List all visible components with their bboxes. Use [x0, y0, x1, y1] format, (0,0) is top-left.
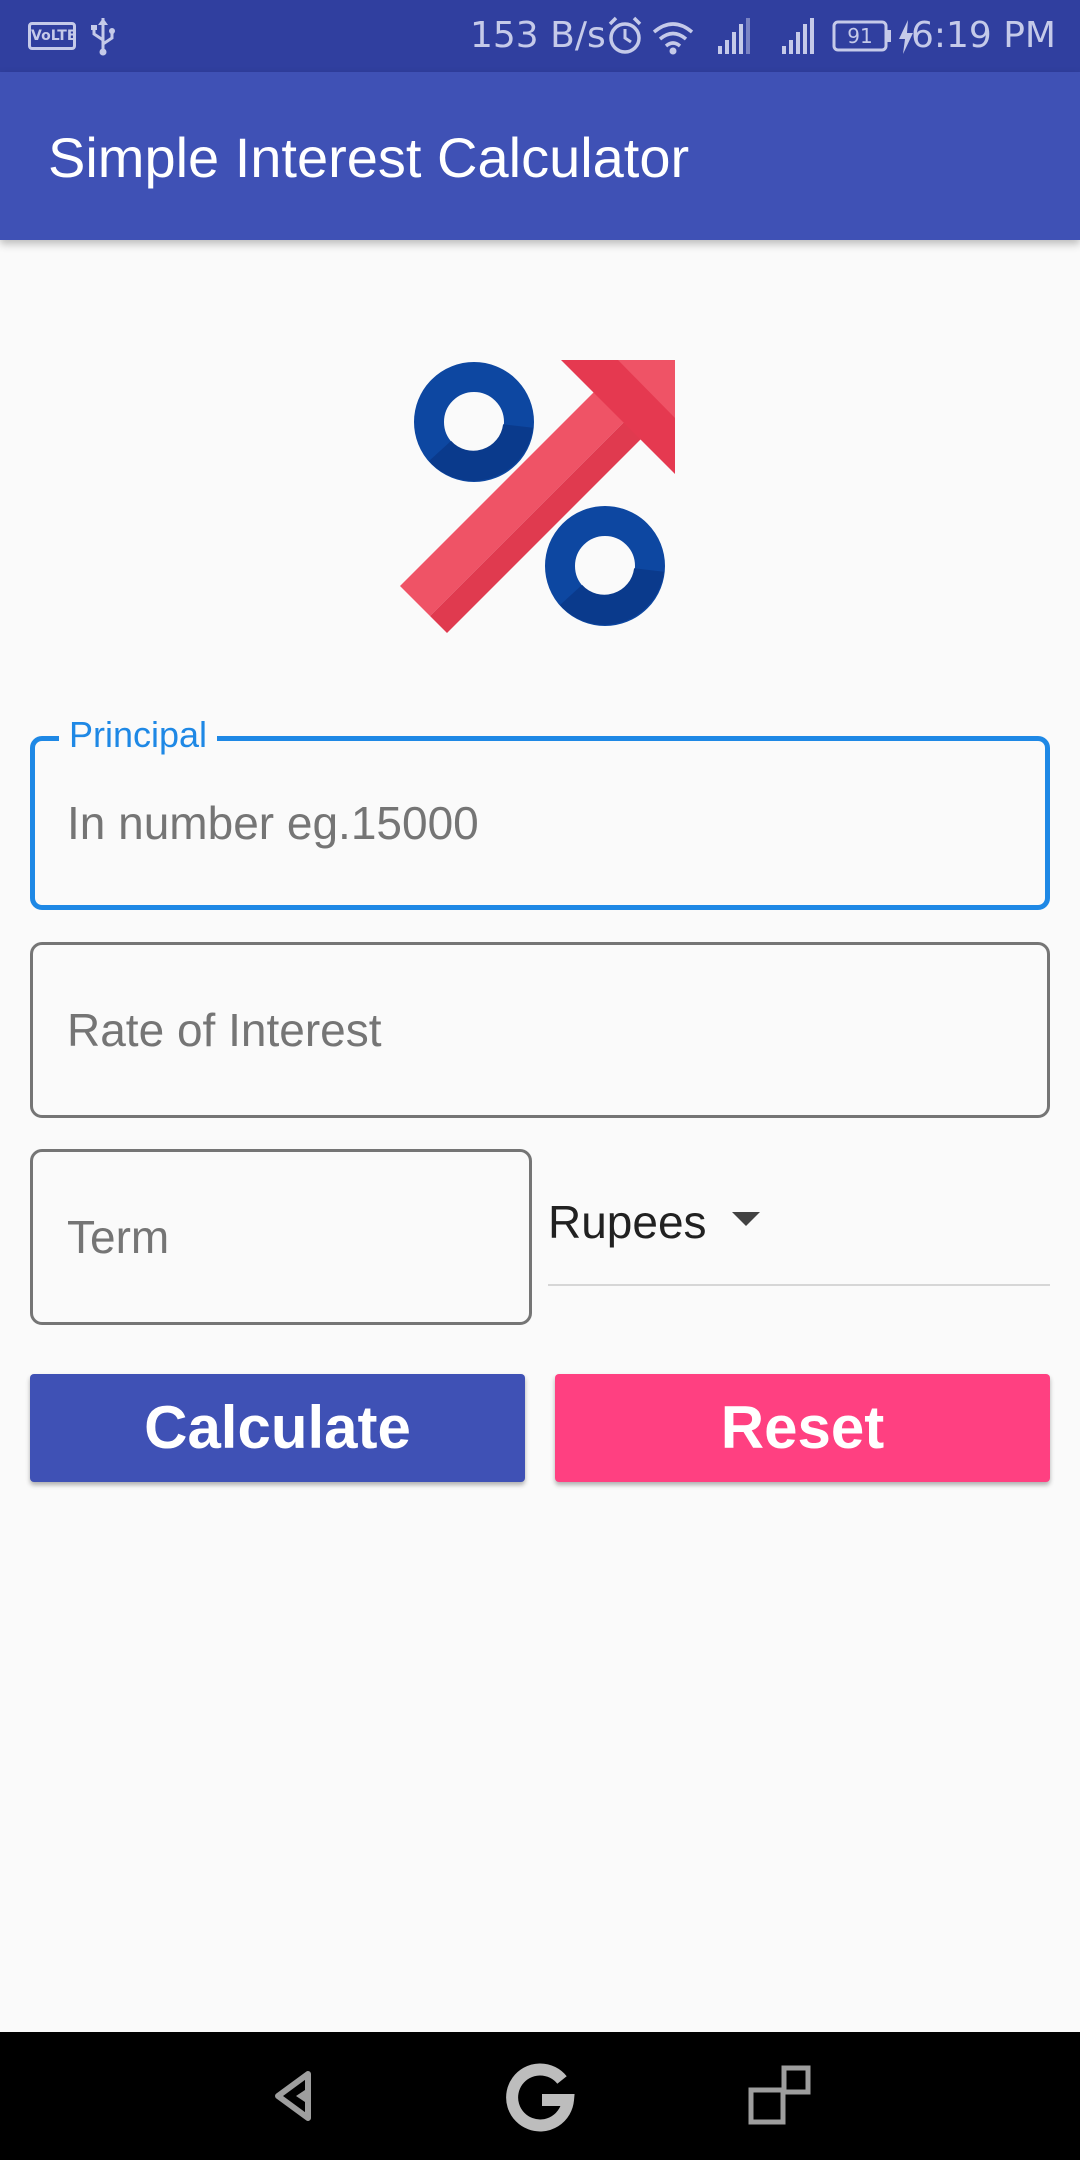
- alarm-icon: [608, 16, 642, 54]
- network-speed: 153 B/s: [470, 15, 606, 56]
- recent-apps-icon[interactable]: [740, 2056, 820, 2136]
- percent-growth-icon: [400, 360, 675, 633]
- back-icon[interactable]: [256, 2056, 336, 2136]
- signal-icon: [718, 18, 750, 54]
- volte-icon: VoLTE: [28, 22, 76, 50]
- home-icon[interactable]: [500, 2056, 580, 2136]
- principal-field[interactable]: Principal In number eg.15000: [30, 715, 1050, 910]
- status-icons: 91: [608, 16, 891, 55]
- currency-selected: Rupees: [548, 1196, 707, 1248]
- battery-icon: 91: [832, 20, 891, 52]
- reset-button[interactable]: Reset: [555, 1374, 1050, 1482]
- usb-icon: [91, 18, 115, 56]
- signal-icon: [782, 18, 814, 54]
- term-field[interactable]: Term: [30, 1149, 532, 1325]
- wifi-icon: [652, 22, 694, 55]
- calculate-button[interactable]: Calculate: [30, 1374, 525, 1482]
- term-placeholder: Term: [67, 1211, 170, 1263]
- principal-label: Principal: [59, 715, 218, 755]
- status-bar: VoLTE 153 B/s 91 6:19 PM: [0, 0, 1080, 72]
- app-bar: Simple Interest Calculator: [0, 72, 1080, 240]
- dropdown-arrow-icon: [732, 1212, 760, 1226]
- principal-placeholder: In number eg.15000: [67, 797, 479, 849]
- navigation-bar: [0, 2032, 1080, 2160]
- rate-of-interest-field[interactable]: Rate of Interest: [30, 942, 1050, 1118]
- currency-dropdown[interactable]: Rupees: [548, 1180, 1050, 1286]
- clock: 6:19 PM: [910, 15, 1056, 56]
- rate-placeholder: Rate of Interest: [67, 1004, 382, 1056]
- battery-level: 91: [847, 24, 872, 48]
- app-title: Simple Interest Calculator: [48, 126, 690, 189]
